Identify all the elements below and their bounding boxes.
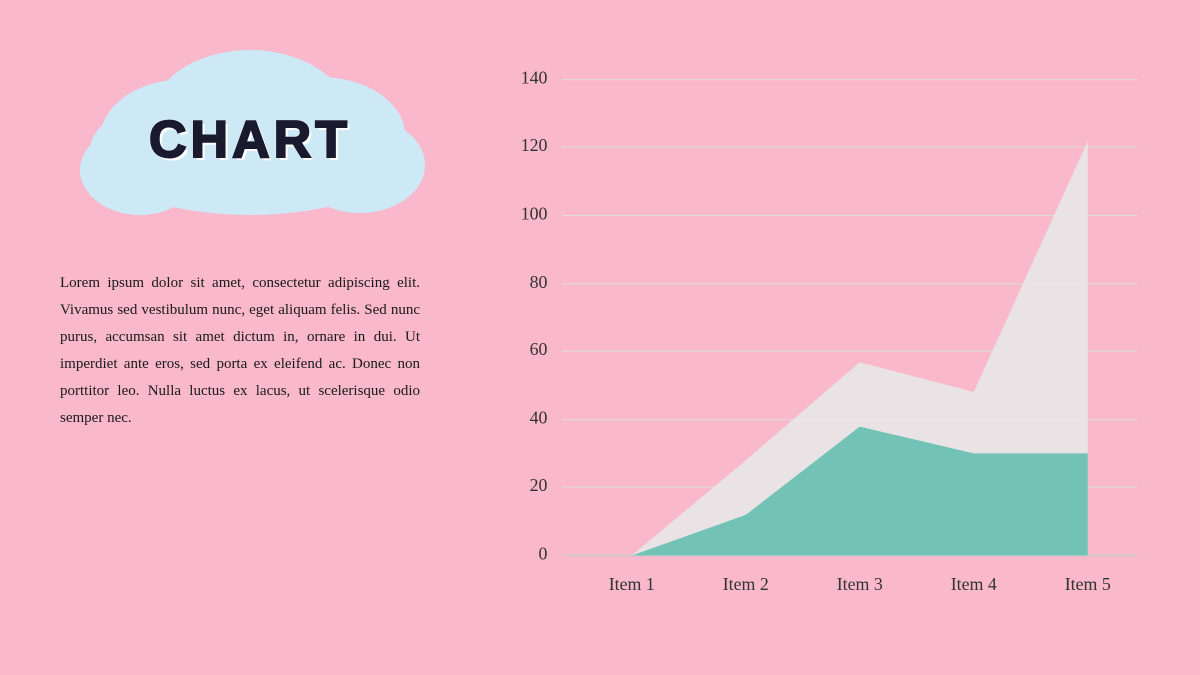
x-label-item3: Item 3 <box>837 574 883 594</box>
y-label-40: 40 <box>530 408 548 428</box>
x-label-item4: Item 4 <box>951 574 997 594</box>
chart-title: CHART <box>149 110 351 170</box>
y-label-140: 140 <box>521 68 548 88</box>
x-label-item2: Item 2 <box>723 574 769 594</box>
y-label-0: 0 <box>539 543 548 563</box>
y-label-20: 20 <box>530 475 548 495</box>
y-label-100: 100 <box>521 203 548 223</box>
y-label-60: 60 <box>530 339 548 359</box>
area-chart: 140 120 100 80 60 40 20 0 Item 1 Item 2 … <box>500 40 1160 615</box>
description-text: Lorem ipsum dolor sit amet, consectetur … <box>60 270 420 432</box>
y-label-120: 120 <box>521 135 548 155</box>
left-panel: CHART Lorem ipsum dolor sit amet, consec… <box>0 0 480 675</box>
cloud-container: CHART <box>60 40 440 240</box>
x-label-item5: Item 5 <box>1065 574 1111 594</box>
x-label-item1: Item 1 <box>609 574 655 594</box>
chart-panel: 140 120 100 80 60 40 20 0 Item 1 Item 2 … <box>480 0 1200 675</box>
y-label-80: 80 <box>530 272 548 292</box>
